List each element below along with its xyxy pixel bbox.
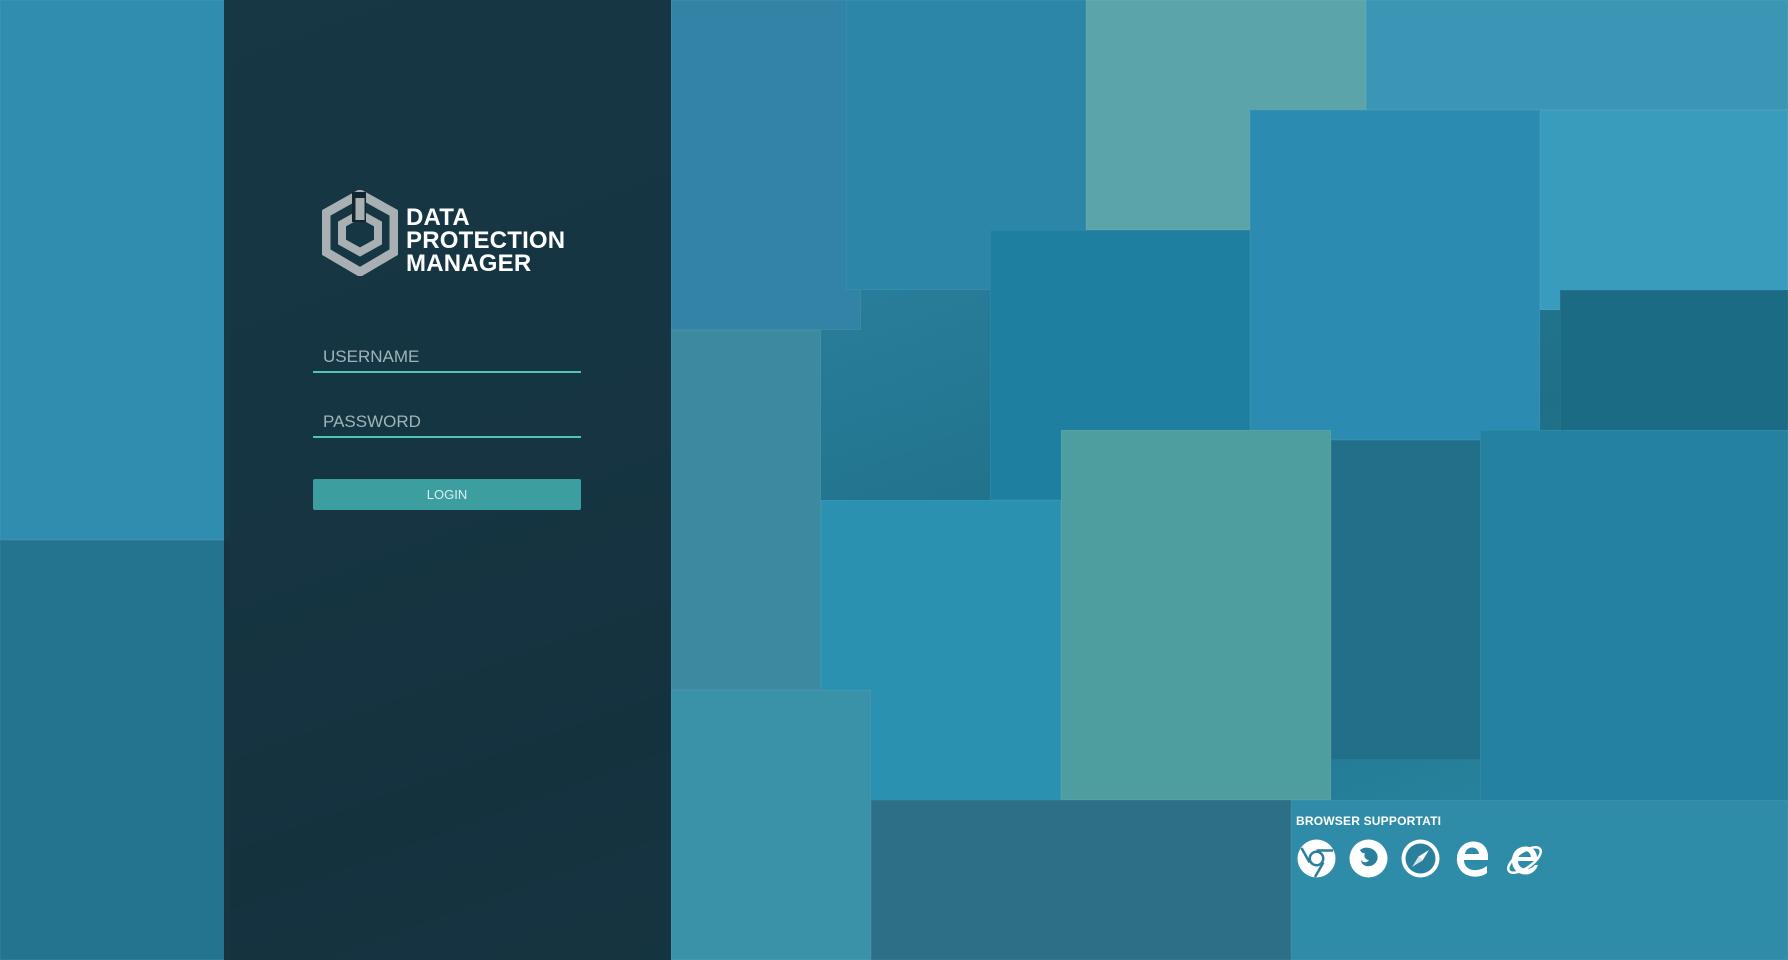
firefox-icon	[1348, 838, 1389, 879]
password-input[interactable]	[313, 408, 581, 438]
browser-icons-row	[1296, 838, 1556, 879]
supported-browsers: BROWSER SUPPORTATI	[1296, 814, 1556, 879]
edge-icon	[1452, 838, 1493, 879]
login-button[interactable]: LOGIN	[313, 479, 581, 510]
supported-browsers-title: BROWSER SUPPORTATI	[1296, 814, 1442, 828]
internet-explorer-icon	[1504, 838, 1545, 879]
product-logo: DATA PROTECTION MANAGER	[322, 190, 582, 280]
logo-wordmark: DATA PROTECTION MANAGER	[406, 204, 566, 277]
logo-line-3: MANAGER	[406, 250, 532, 277]
logo-line-2: PROTECTION	[406, 227, 566, 254]
logo-line-1: DATA	[406, 204, 470, 231]
username-input[interactable]	[313, 343, 581, 373]
safari-icon	[1400, 838, 1441, 879]
chrome-icon	[1296, 838, 1337, 879]
